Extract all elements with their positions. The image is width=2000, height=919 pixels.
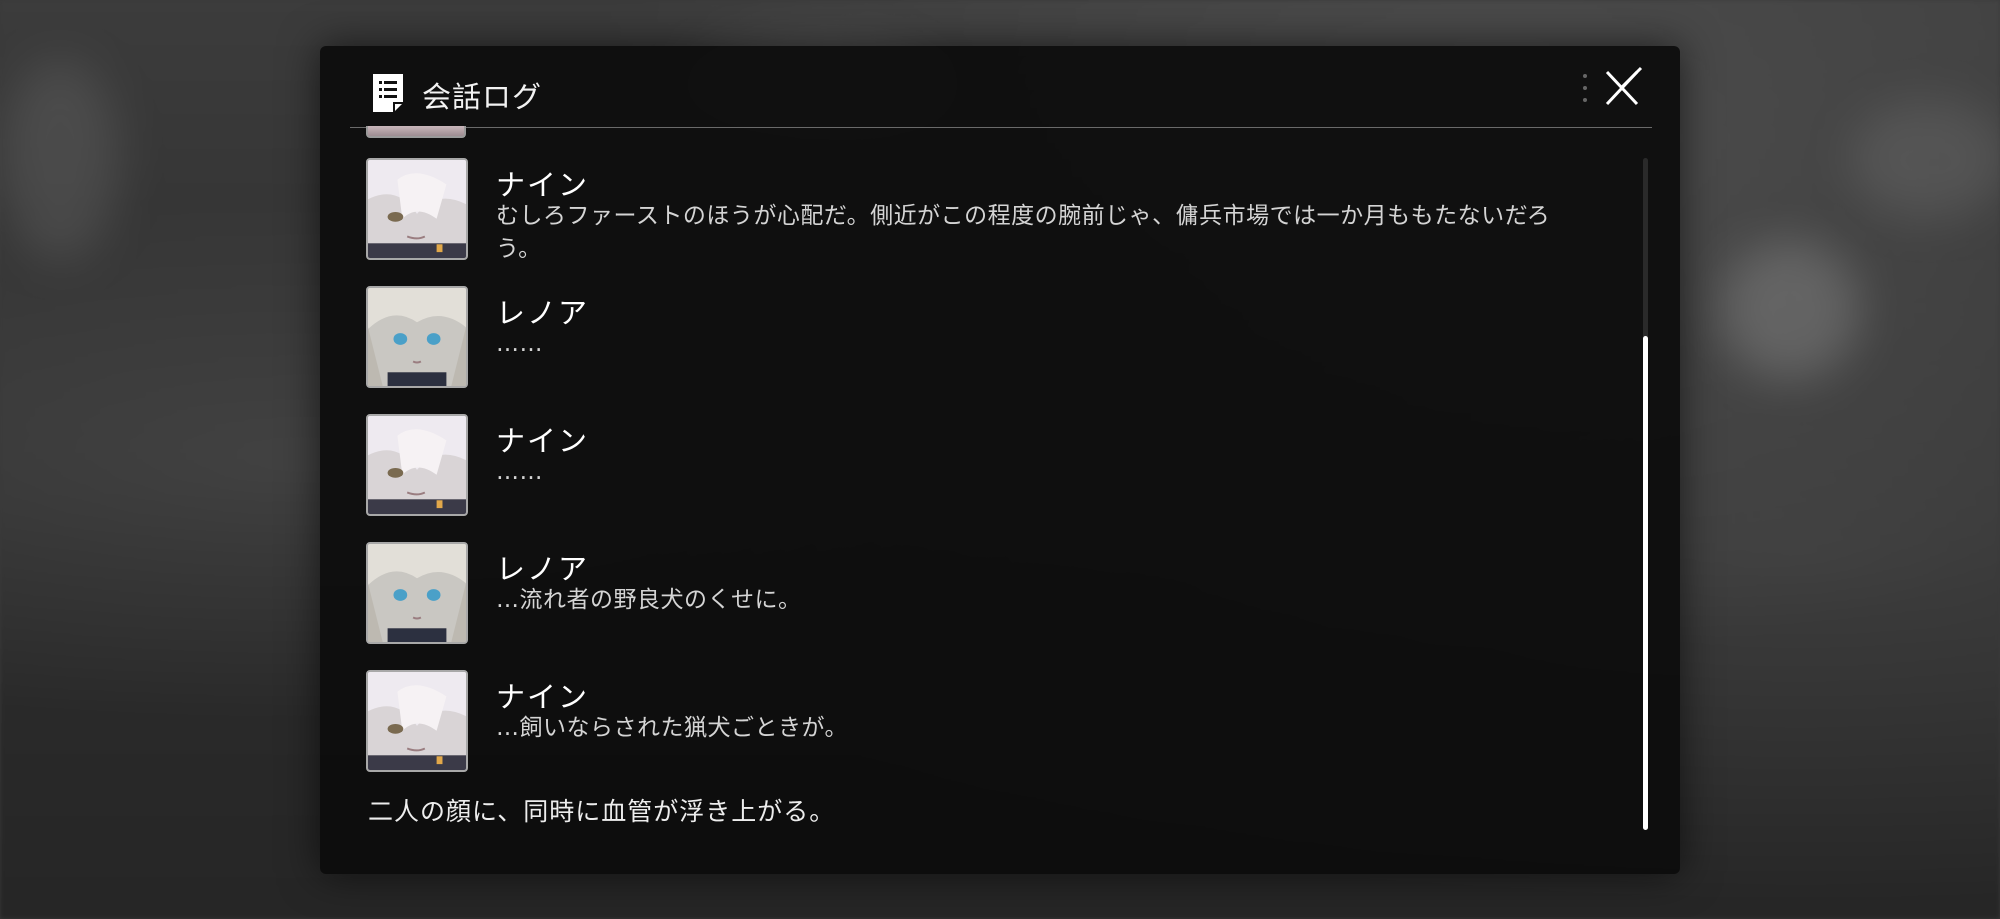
speaker-name: ナイン bbox=[496, 168, 590, 202]
speaker-name: ナイン bbox=[496, 680, 590, 714]
narration-text: 二人の顔に、同時に血管が浮き上がる。 bbox=[368, 797, 836, 826]
dialog-title: 会話ログ bbox=[422, 80, 543, 114]
dialogue-text: …流れ者の野良犬のくせに。 bbox=[496, 587, 802, 613]
speaker-name: レノア bbox=[496, 552, 590, 586]
dialog-header: 会話ログ bbox=[350, 46, 1652, 128]
document-list-icon bbox=[373, 74, 403, 112]
speaker-name: ナイン bbox=[496, 424, 590, 458]
scrollbar-thumb[interactable] bbox=[1643, 336, 1648, 830]
close-x-icon[interactable] bbox=[1597, 64, 1645, 112]
clipped-previous-avatar bbox=[366, 126, 466, 138]
avatar-lenoa bbox=[366, 286, 468, 388]
dialogue-text: …飼いならされた猟犬ごときが。 bbox=[496, 715, 849, 741]
dialogue-text: むしろファーストのほうが心配だ。側近がこの程度の腕前じゃ、傭兵市場では一か月もも… bbox=[496, 203, 1551, 262]
dialogue-text: …… bbox=[496, 459, 543, 485]
dialogue-text: …… bbox=[496, 331, 543, 357]
avatar-nine bbox=[366, 158, 468, 260]
avatar-nine bbox=[366, 414, 468, 516]
drag-dots-icon bbox=[1583, 74, 1587, 102]
speaker-name: レノア bbox=[496, 296, 590, 330]
avatar-lenoa bbox=[366, 542, 468, 644]
conversation-log-dialog: 会話ログ ナイン むしろファーストのほうが心配だ。側近がこの程度の腕前じゃ、傭兵… bbox=[320, 46, 1680, 874]
avatar-nine bbox=[366, 670, 468, 772]
